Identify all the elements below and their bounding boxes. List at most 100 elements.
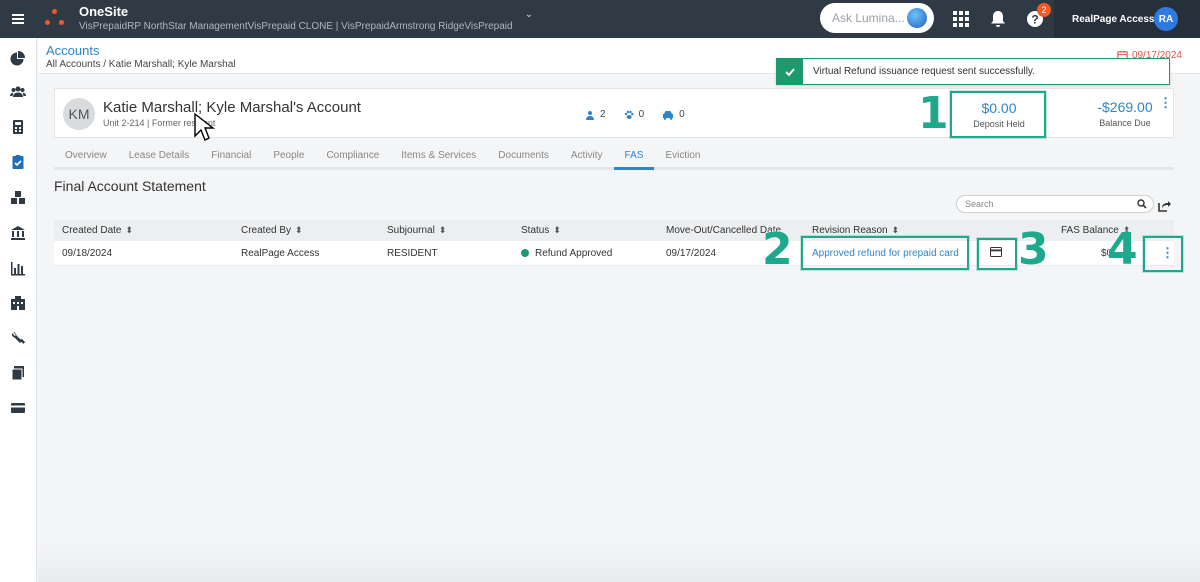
sidebar-item-tasks[interactable] bbox=[10, 154, 26, 170]
sort-icon[interactable]: ⬍ bbox=[125, 225, 133, 235]
residents-count-value: 2 bbox=[600, 109, 606, 120]
callout-box-4 bbox=[1143, 236, 1183, 272]
sidebar-item-residents[interactable] bbox=[10, 84, 26, 100]
sidebar-item-dashboard[interactable] bbox=[10, 50, 26, 66]
onesite-logo bbox=[45, 9, 65, 29]
ask-lumina-placeholder: Ask Lumina... bbox=[832, 11, 905, 25]
balance-due[interactable]: -$269.00 Balance Due bbox=[1085, 99, 1165, 128]
breadcrumb: All Accounts / Katie Marshall; Kyle Mars… bbox=[46, 59, 236, 70]
account-tabs: Overview Lease Details Financial People … bbox=[54, 142, 1174, 170]
sidebar-item-documents[interactable] bbox=[10, 365, 26, 381]
header-created-by[interactable]: Created By ⬍ bbox=[241, 225, 303, 236]
chevron-down-icon[interactable]: ⌄ bbox=[525, 9, 533, 20]
account-avatar: KM bbox=[63, 98, 95, 130]
sidebar-item-maintenance[interactable] bbox=[10, 330, 26, 346]
search-input[interactable]: Search bbox=[956, 195, 1154, 213]
vehicles-count[interactable]: 0 bbox=[662, 109, 685, 120]
callout-box-1 bbox=[950, 91, 1046, 138]
bottom-fade bbox=[38, 545, 1200, 582]
stacked-docs-icon bbox=[11, 366, 24, 381]
person-icon bbox=[586, 110, 594, 120]
tab-compliance[interactable]: Compliance bbox=[315, 142, 390, 167]
status-text: Refund Approved bbox=[535, 247, 613, 259]
callout-number-2: 2 bbox=[762, 224, 793, 275]
avatar[interactable]: RA bbox=[1154, 7, 1178, 31]
sidebar-item-property[interactable] bbox=[10, 225, 26, 241]
pets-count[interactable]: 0 bbox=[624, 109, 645, 120]
account-name: Katie Marshall; Kyle Marshal's Account bbox=[103, 99, 361, 116]
callout-box-3 bbox=[977, 238, 1017, 270]
sidebar-item-payments[interactable] bbox=[10, 400, 26, 416]
tab-items-services[interactable]: Items & Services bbox=[390, 142, 487, 167]
header-revision-reason[interactable]: Revision Reason ⬍ bbox=[812, 225, 899, 236]
top-bar: OneSite VisPrepaidRP NorthStar Managemen… bbox=[0, 0, 1200, 38]
header-subjournal[interactable]: Subjournal ⬍ bbox=[387, 225, 446, 236]
sort-icon[interactable]: ⬍ bbox=[439, 225, 447, 235]
user-menu[interactable]: RealPage Access RA bbox=[1054, 0, 1200, 38]
bank-icon bbox=[11, 226, 25, 240]
clipboard-check-icon bbox=[12, 155, 24, 169]
cell-subjournal: RESIDENT bbox=[387, 247, 438, 259]
help-badge: 2 bbox=[1037, 3, 1051, 17]
property-selector[interactable]: OneSite VisPrepaidRP NorthStar Managemen… bbox=[79, 4, 513, 34]
tab-financial[interactable]: Financial bbox=[200, 142, 262, 167]
tab-fas[interactable]: FAS bbox=[613, 142, 655, 170]
sort-icon[interactable]: ⬍ bbox=[295, 225, 303, 235]
cell-created-by: RealPage Access bbox=[241, 247, 320, 259]
section-title: Final Account Statement bbox=[54, 178, 206, 194]
household-counts: 2 0 0 bbox=[585, 109, 685, 120]
status-dot-icon bbox=[521, 248, 529, 257]
paw-icon bbox=[624, 110, 634, 119]
cell-move-out: 09/17/2024 bbox=[666, 247, 717, 259]
tab-activity[interactable]: Activity bbox=[560, 142, 614, 167]
credit-card-icon bbox=[11, 403, 25, 413]
vehicles-count-value: 0 bbox=[679, 109, 685, 120]
lumina-globe-icon[interactable] bbox=[907, 8, 927, 28]
tab-documents[interactable]: Documents bbox=[487, 142, 560, 167]
callout-number-3: 3 bbox=[1018, 224, 1049, 275]
header-created-by-label: Created By bbox=[241, 225, 292, 236]
tab-overview[interactable]: Overview bbox=[54, 142, 118, 167]
apps-grid-icon[interactable] bbox=[951, 9, 971, 29]
pets-count-value: 0 bbox=[638, 109, 645, 120]
callout-box-2 bbox=[801, 236, 969, 270]
sidebar-item-calculator[interactable] bbox=[10, 119, 26, 135]
ask-lumina-input[interactable]: Ask Lumina... bbox=[820, 3, 934, 33]
check-icon bbox=[776, 58, 803, 85]
tab-lease-details[interactable]: Lease Details bbox=[118, 142, 201, 167]
sidebar-item-reports[interactable] bbox=[10, 260, 26, 276]
success-toast: Virtual Refund issuance request sent suc… bbox=[776, 58, 1170, 85]
menu-icon[interactable] bbox=[0, 0, 36, 38]
app-name: OneSite bbox=[79, 4, 129, 19]
sort-icon[interactable]: ⬍ bbox=[892, 225, 900, 235]
callout-number-4: 4 bbox=[1107, 224, 1138, 275]
people-icon bbox=[10, 86, 26, 97]
sidebar bbox=[0, 38, 37, 582]
unit-label: Unit 2-214 bbox=[103, 118, 145, 128]
header-revision-reason-label: Revision Reason bbox=[812, 225, 888, 236]
bell-icon[interactable] bbox=[988, 9, 1008, 29]
user-name: RealPage Access bbox=[1072, 13, 1155, 25]
mouse-cursor-icon bbox=[194, 112, 215, 141]
page-title[interactable]: Accounts bbox=[46, 43, 99, 58]
header-subjournal-label: Subjournal bbox=[387, 225, 435, 236]
header-created-date[interactable]: Created Date ⬍ bbox=[62, 225, 133, 236]
toast-message: Virtual Refund issuance request sent suc… bbox=[813, 66, 1035, 77]
wrench-icon bbox=[11, 331, 26, 344]
tab-eviction[interactable]: Eviction bbox=[654, 142, 711, 167]
calculator-icon bbox=[13, 120, 23, 134]
building-icon bbox=[11, 296, 25, 310]
export-icon[interactable] bbox=[1157, 199, 1171, 213]
search-icon[interactable] bbox=[1137, 199, 1147, 209]
sidebar-item-company[interactable] bbox=[10, 295, 26, 311]
header-status[interactable]: Status ⬍ bbox=[521, 225, 561, 236]
residents-count[interactable]: 2 bbox=[585, 109, 606, 120]
svg-text:?: ? bbox=[1031, 13, 1038, 27]
sort-icon[interactable]: ⬍ bbox=[553, 225, 561, 235]
search-placeholder: Search bbox=[965, 199, 994, 209]
tab-people[interactable]: People bbox=[262, 142, 315, 167]
cell-created-date: 09/18/2024 bbox=[62, 247, 113, 259]
account-more-icon[interactable]: ⋮ bbox=[1159, 96, 1172, 109]
sidebar-item-units[interactable] bbox=[10, 190, 26, 206]
property-path: VisPrepaidRP NorthStar ManagementVisPrep… bbox=[79, 21, 513, 32]
